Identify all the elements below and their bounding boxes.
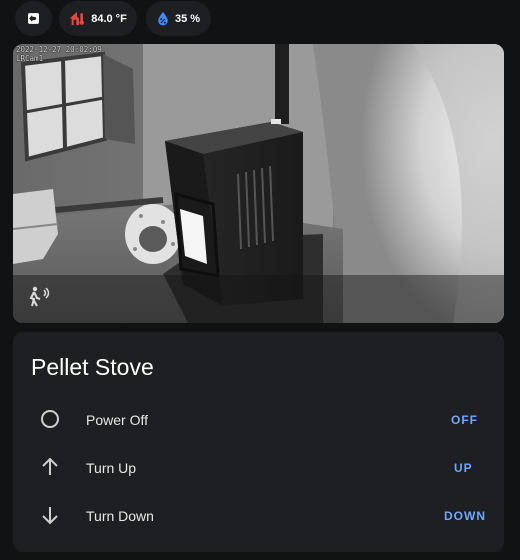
temperature-value: 84.0 °F bbox=[91, 12, 127, 25]
motion-sensor-icon[interactable] bbox=[27, 286, 51, 313]
camera-feed[interactable]: 2022-12-27 20:02:09 LRCam1 bbox=[13, 44, 504, 323]
card-title: Pellet Stove bbox=[31, 354, 154, 380]
circle-outline-icon bbox=[39, 408, 61, 435]
back-chip[interactable] bbox=[15, 1, 52, 36]
arrow-up-icon bbox=[39, 456, 61, 483]
pellet-stove-card: Pellet Stove Power Off OFF Turn Up UP Tu… bbox=[13, 332, 504, 552]
turn-up-button[interactable]: UP bbox=[446, 454, 481, 482]
row-label-turn-down: Turn Down bbox=[86, 508, 154, 524]
camera-overlay-bar bbox=[13, 275, 504, 323]
water-percent-icon bbox=[157, 11, 169, 26]
humidity-chip[interactable]: 35 % bbox=[146, 1, 211, 36]
camera-name: LRCam1 bbox=[16, 54, 44, 63]
row-turn-down[interactable]: Turn Down DOWN bbox=[13, 496, 504, 536]
arrow-left-box-icon bbox=[27, 12, 40, 25]
camera-timestamp-block: 2022-12-27 20:02:09 LRCam1 bbox=[16, 45, 102, 63]
humidity-value: 35 % bbox=[174, 12, 201, 25]
row-label-power-off: Power Off bbox=[86, 412, 148, 428]
arrow-down-icon bbox=[39, 504, 61, 531]
row-turn-up[interactable]: Turn Up UP bbox=[13, 448, 504, 488]
camera-timestamp: 2022-12-27 20:02:09 bbox=[16, 45, 102, 54]
temperature-chip[interactable]: 84.0 °F bbox=[59, 1, 137, 36]
turn-down-button[interactable]: DOWN bbox=[436, 502, 494, 530]
row-power-off[interactable]: Power Off OFF bbox=[13, 400, 504, 440]
power-off-button[interactable]: OFF bbox=[443, 406, 486, 434]
home-thermometer-icon bbox=[69, 11, 85, 26]
row-label-turn-up: Turn Up bbox=[86, 460, 137, 476]
